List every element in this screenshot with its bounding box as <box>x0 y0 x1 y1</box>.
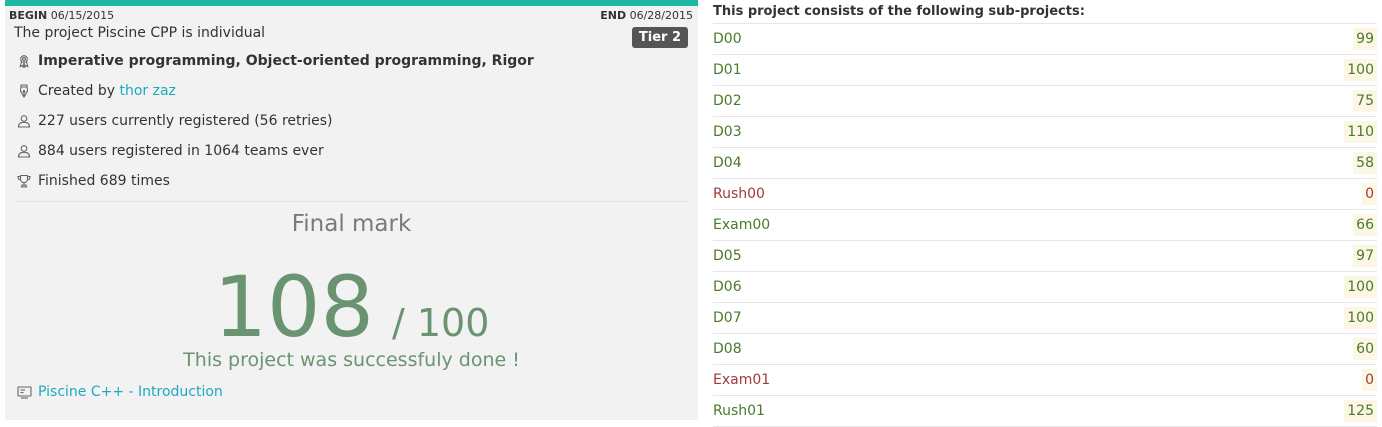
parent-project-label[interactable]: Piscine C++ - Introduction <box>38 383 223 401</box>
subproject-score: 125 <box>1344 400 1377 422</box>
subproject-row[interactable]: D04 58 <box>713 148 1377 179</box>
subproject-row[interactable]: Exam00 66 <box>713 210 1377 241</box>
skills-list: Imperative programming, Object-oriented … <box>38 53 534 69</box>
finished-text: Finished 689 times <box>38 173 170 189</box>
subproject-row[interactable]: D06 100 <box>713 272 1377 303</box>
final-mark: 108/ 100 <box>5 262 698 352</box>
subproject-score: 75 <box>1353 90 1377 112</box>
subproject-name[interactable]: D02 <box>713 92 742 110</box>
divider <box>15 201 688 202</box>
presentation-icon <box>17 385 32 399</box>
subproject-row[interactable]: Rush01 125 <box>713 396 1377 427</box>
subprojects-heading: This project consists of the following s… <box>713 4 1085 19</box>
subproject-row[interactable]: D05 97 <box>713 241 1377 272</box>
project-progress-bar <box>5 0 698 6</box>
subproject-row[interactable]: D00 99 <box>713 24 1377 55</box>
subproject-score: 60 <box>1353 338 1377 360</box>
subproject-name[interactable]: D04 <box>713 154 742 172</box>
subproject-name[interactable]: D06 <box>713 278 742 296</box>
author-link[interactable]: thor zaz <box>119 82 175 100</box>
user-icon <box>17 114 31 128</box>
pen-icon <box>17 84 31 98</box>
subproject-name[interactable]: D08 <box>713 340 742 358</box>
subproject-row[interactable]: D01 100 <box>713 55 1377 86</box>
final-mark-value: 108 <box>213 258 374 356</box>
subproject-score: 58 <box>1353 152 1377 174</box>
author-row: Created by thor zaz <box>17 82 176 100</box>
subproject-row[interactable]: D08 60 <box>713 334 1377 365</box>
subproject-row[interactable]: D03 110 <box>713 117 1377 148</box>
subproject-name[interactable]: D01 <box>713 61 742 79</box>
status-message: This project was successfuly done ! <box>183 349 520 371</box>
project-card: BEGIN 06/15/2015 END 06/28/2015 The proj… <box>5 0 698 420</box>
subproject-name[interactable]: D05 <box>713 247 742 265</box>
begin-label: BEGIN <box>9 9 48 22</box>
project-progress-fill <box>5 0 698 6</box>
subproject-score: 97 <box>1353 245 1377 267</box>
subproject-score: 99 <box>1353 28 1377 50</box>
subproject-score: 100 <box>1344 59 1377 81</box>
subproject-name[interactable]: Rush01 <box>713 402 765 420</box>
subproject-row[interactable]: Exam01 0 <box>713 365 1377 396</box>
subproject-score: 100 <box>1344 307 1377 329</box>
subproject-score: 110 <box>1344 121 1377 143</box>
subproject-name[interactable]: Rush00 <box>713 185 765 203</box>
end-date-value: 06/28/2015 <box>629 9 693 22</box>
skills-row: Imperative programming, Object-oriented … <box>17 52 534 70</box>
subproject-score: 66 <box>1353 214 1377 236</box>
subproject-row[interactable]: D07 100 <box>713 303 1377 334</box>
subproject-row[interactable]: Rush00 0 <box>713 179 1377 210</box>
subproject-name[interactable]: D00 <box>713 30 742 48</box>
final-mark-max: / 100 <box>391 301 490 345</box>
subproject-name[interactable]: Exam01 <box>713 371 770 389</box>
trophy-icon <box>17 174 31 188</box>
user-icon <box>17 144 31 158</box>
project-description: The project Piscine CPP is individual <box>14 25 266 41</box>
end-date: END 06/28/2015 <box>600 9 693 22</box>
finished-row: Finished 689 times <box>17 172 170 190</box>
subproject-score: 0 <box>1362 369 1377 391</box>
tier-badge: Tier 2 <box>631 27 688 48</box>
parent-project-link[interactable]: Piscine C++ - Introduction <box>17 383 223 401</box>
created-by-label: Created by <box>38 83 116 99</box>
begin-date: BEGIN 06/15/2015 <box>9 9 114 22</box>
subproject-row[interactable]: D02 75 <box>713 86 1377 117</box>
subproject-name[interactable]: D07 <box>713 309 742 327</box>
registered-now-text: 227 users currently registered (56 retri… <box>38 113 333 129</box>
registered-ever-row: 884 users registered in 1064 teams ever <box>17 142 324 160</box>
begin-date-value: 06/15/2015 <box>50 9 115 22</box>
final-mark-title: Final mark <box>291 211 412 237</box>
skills-icon <box>17 54 31 68</box>
subproject-score: 0 <box>1362 183 1377 205</box>
registered-ever-text: 884 users registered in 1064 teams ever <box>38 143 324 159</box>
end-label: END <box>600 9 627 22</box>
registered-now-row: 227 users currently registered (56 retri… <box>17 112 333 130</box>
subproject-name[interactable]: Exam00 <box>713 216 770 234</box>
subprojects-list: D00 99 D01 100 D02 75 D03 110 D04 58 Rush00 0 Exam00… <box>713 23 1377 427</box>
subproject-name[interactable]: D03 <box>713 123 742 141</box>
subproject-score: 100 <box>1344 276 1377 298</box>
